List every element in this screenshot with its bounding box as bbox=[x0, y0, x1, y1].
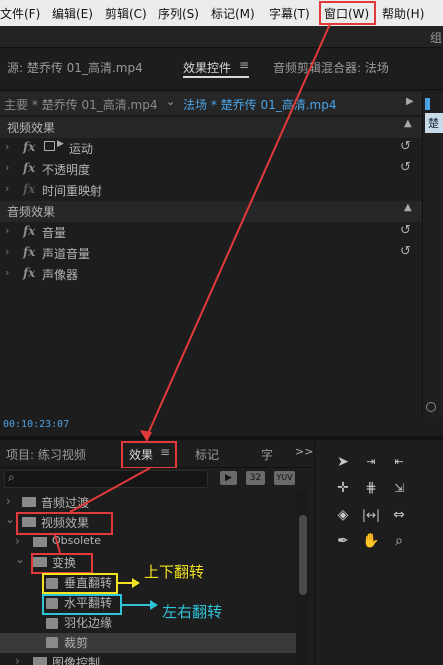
pointer-line-video-to-transform bbox=[54, 534, 61, 554]
arrowhead-icon bbox=[140, 430, 152, 442]
note-vertical-flip: 上下翻转 bbox=[144, 563, 205, 581]
annotation-overlay bbox=[54, 23, 331, 610]
arrowhead-icon bbox=[132, 578, 140, 588]
arrowhead-icon bbox=[150, 600, 158, 610]
pointer-line-window-to-effects bbox=[146, 23, 331, 437]
note-horizontal-flip: 左右翻转 bbox=[162, 603, 223, 621]
pointer-line-effects-to-video bbox=[69, 467, 151, 513]
